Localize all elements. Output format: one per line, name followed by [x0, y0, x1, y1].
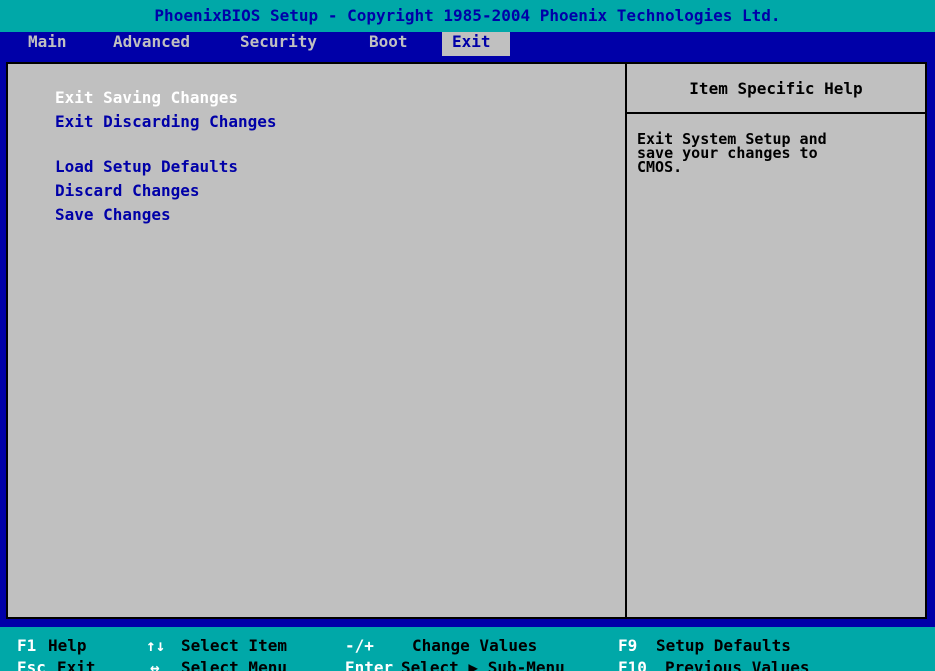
- tab-advanced[interactable]: Advanced: [107, 32, 196, 56]
- key-f10-desc: Previous Values: [665, 658, 810, 671]
- window-title: PhoenixBIOS Setup - Copyright 1985-2004 …: [0, 0, 935, 32]
- key-f1-desc: Help: [48, 636, 87, 655]
- key-enter-desc: Select ▶ Sub-Menu: [401, 658, 565, 671]
- menu-item-discard-changes[interactable]: Discard Changes: [55, 181, 200, 201]
- key-minus-plus: -/+: [345, 636, 374, 655]
- key-f1: F1: [17, 636, 37, 655]
- key-f10: F10: [618, 658, 647, 671]
- help-pane: Item Specific Help Exit System Setup and…: [625, 64, 925, 617]
- tab-main[interactable]: Main: [22, 32, 73, 56]
- key-minus-plus-desc: Change Values: [412, 636, 538, 655]
- key-left-right-desc: Select Menu: [181, 658, 287, 671]
- key-up-down-desc: Select Item: [181, 636, 287, 655]
- tab-boot[interactable]: Boot: [363, 32, 414, 56]
- key-legend: F1 Help ↑↓ Select Item -/+ Change Values…: [0, 627, 935, 671]
- tab-exit[interactable]: Exit: [442, 32, 510, 56]
- menu-bar: Main Advanced Security Boot Exit: [0, 32, 935, 56]
- menu-item-exit-discarding-changes[interactable]: Exit Discarding Changes: [55, 112, 277, 132]
- key-esc: Esc: [17, 658, 46, 671]
- help-title: Item Specific Help: [627, 64, 925, 114]
- key-esc-desc: Exit: [57, 658, 96, 671]
- exit-menu-pane: Exit Saving Changes Exit Discarding Chan…: [8, 64, 625, 617]
- key-f9-desc: Setup Defaults: [656, 636, 791, 655]
- key-enter: Enter: [345, 658, 394, 671]
- menu-item-exit-saving-changes[interactable]: Exit Saving Changes: [55, 88, 238, 108]
- help-text: Exit System Setup and save your changes …: [637, 130, 827, 176]
- tab-security[interactable]: Security: [234, 32, 323, 56]
- menu-item-save-changes[interactable]: Save Changes: [55, 205, 171, 225]
- key-f9: F9: [618, 636, 638, 655]
- key-up-down: ↑↓: [146, 636, 166, 655]
- key-left-right: ↔: [150, 658, 160, 671]
- setup-frame: Exit Saving Changes Exit Discarding Chan…: [6, 62, 927, 619]
- menu-item-load-setup-defaults[interactable]: Load Setup Defaults: [55, 157, 238, 177]
